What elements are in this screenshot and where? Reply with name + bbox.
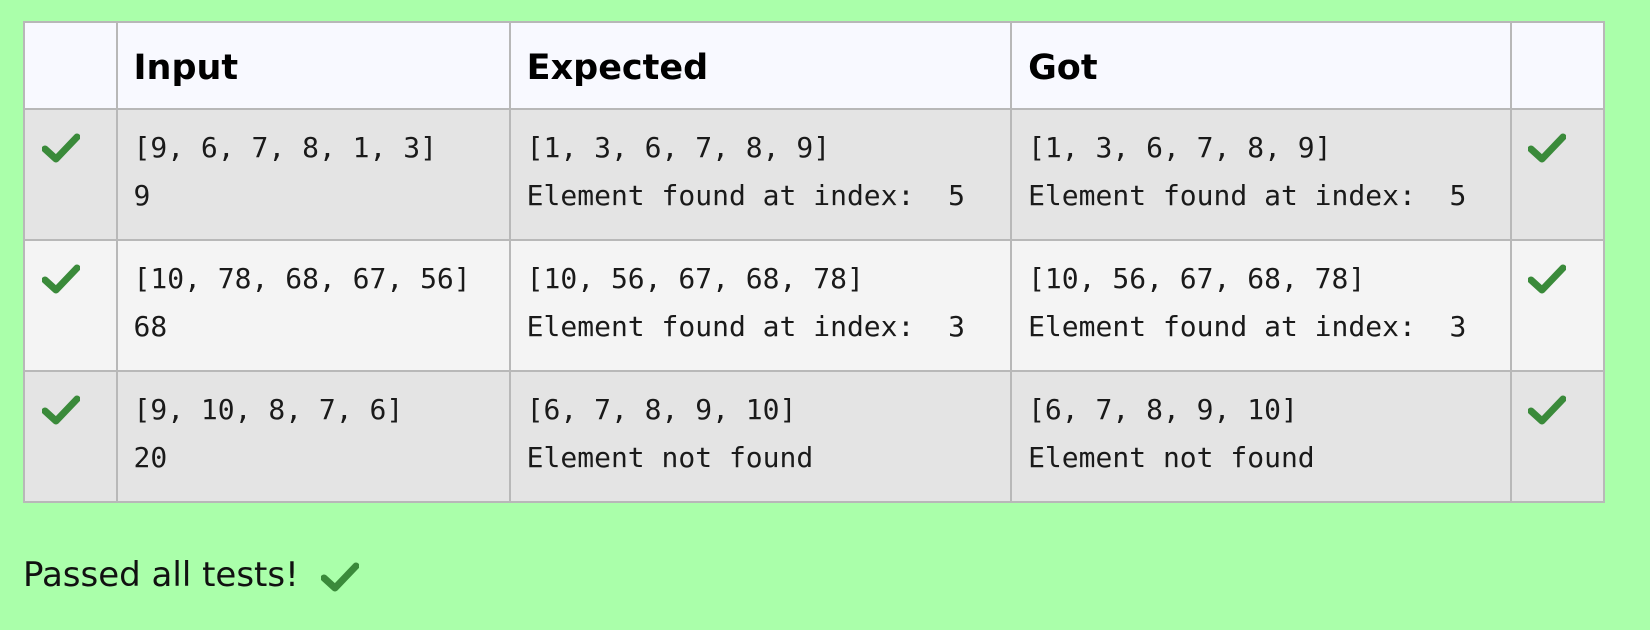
- got-column-header: Got: [1010, 21, 1513, 110]
- input-line: 20: [133, 441, 168, 474]
- row-result-cell: [1510, 370, 1605, 503]
- got-line: [6, 7, 8, 9, 10]: [1028, 393, 1298, 426]
- test-results-table: Input Expected Got [9, 6, 7, 8, 1, 3] 9 […: [23, 21, 1605, 503]
- input-line: [9, 10, 8, 7, 6]: [133, 393, 404, 426]
- check-icon: [320, 561, 359, 593]
- expected-line: [6, 7, 8, 9, 10]: [526, 393, 797, 426]
- summary-text: Passed all tests!: [23, 555, 299, 595]
- test-summary: Passed all tests!: [23, 551, 359, 599]
- input-cell: [9, 10, 8, 7, 6] 20: [115, 370, 511, 503]
- got-line: Element found at index: 5: [1028, 179, 1467, 212]
- check-icon: [42, 132, 80, 164]
- expected-line: Element found at index: 5: [526, 179, 965, 212]
- got-line: [10, 56, 67, 68, 78]: [1028, 262, 1366, 295]
- result-column-header: [1510, 21, 1605, 110]
- input-line: 68: [133, 310, 168, 343]
- table-header-row: Input Expected Got: [23, 21, 1605, 110]
- table-row: [9, 10, 8, 7, 6] 20 [6, 7, 8, 9, 10] Eleme…: [23, 370, 1605, 503]
- expected-cell: [1, 3, 6, 7, 8, 9] Element found at index…: [508, 108, 1013, 241]
- row-result-cell: [1510, 239, 1605, 372]
- expected-line: [10, 56, 67, 68, 78]: [526, 262, 864, 295]
- got-line: Element found at index: 3: [1028, 310, 1467, 343]
- check-icon: [1528, 394, 1567, 426]
- got-cell: [10, 56, 67, 68, 78] Element found at ind…: [1010, 239, 1513, 372]
- expected-cell: [6, 7, 8, 9, 10] Element not found: [508, 370, 1013, 503]
- status-column-header: [23, 21, 118, 110]
- table-row: [9, 6, 7, 8, 1, 3] 9 [1, 3, 6, 7, 8, 9] El…: [23, 108, 1605, 241]
- input-line: 9: [133, 179, 151, 212]
- expected-line: Element not found: [526, 441, 814, 474]
- got-cell: [1, 3, 6, 7, 8, 9] Element found at index…: [1010, 108, 1513, 241]
- expected-column-header: Expected: [508, 21, 1013, 110]
- input-cell: [10, 78, 68, 67, 56] 68: [115, 239, 511, 372]
- expected-line: [1, 3, 6, 7, 8, 9]: [526, 131, 831, 164]
- input-column-header: Input: [115, 21, 511, 110]
- table-row: [10, 78, 68, 67, 56] 68 [10, 56, 67, 68, …: [23, 239, 1605, 372]
- check-icon: [42, 394, 80, 426]
- check-icon: [42, 263, 80, 295]
- input-line: [10, 78, 68, 67, 56]: [133, 262, 471, 295]
- expected-line: Element found at index: 3: [526, 310, 965, 343]
- row-status-cell: [23, 108, 118, 241]
- test-results-panel: Input Expected Got [9, 6, 7, 8, 1, 3] 9 […: [0, 0, 1650, 630]
- got-line: Element not found: [1028, 441, 1315, 474]
- row-status-cell: [23, 239, 118, 372]
- check-icon: [1528, 263, 1567, 295]
- input-line: [9, 6, 7, 8, 1, 3]: [133, 131, 437, 164]
- check-icon: [1528, 132, 1567, 164]
- row-status-cell: [23, 370, 118, 503]
- got-cell: [6, 7, 8, 9, 10] Element not found: [1010, 370, 1513, 503]
- input-cell: [9, 6, 7, 8, 1, 3] 9: [115, 108, 511, 241]
- got-line: [1, 3, 6, 7, 8, 9]: [1028, 131, 1332, 164]
- row-result-cell: [1510, 108, 1605, 241]
- expected-cell: [10, 56, 67, 68, 78] Element found at ind…: [508, 239, 1013, 372]
